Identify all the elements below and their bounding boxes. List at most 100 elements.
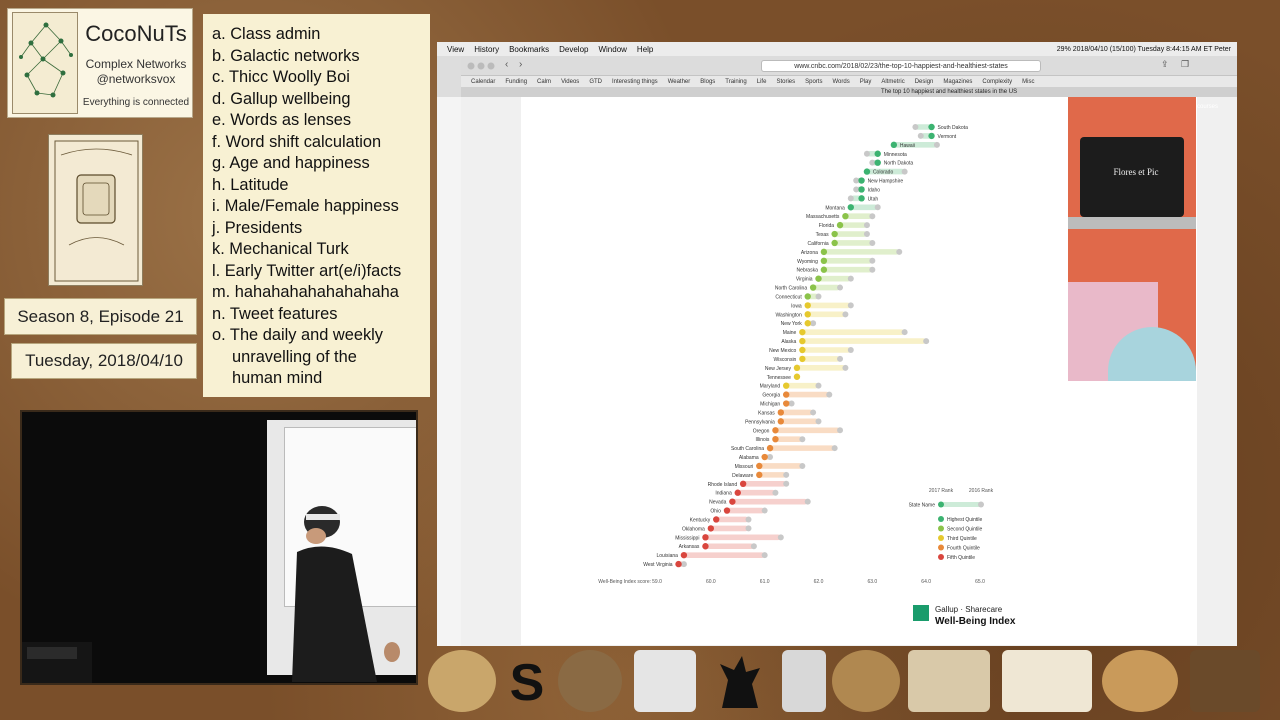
story-lab-icon[interactable] [1002, 650, 1092, 712]
chart-rank-dot [890, 141, 898, 149]
active-tab-title[interactable]: The top 10 happiest and healthiest state… [881, 89, 1017, 95]
bookmark-item[interactable]: Play [860, 79, 872, 85]
chart-prev-rank-dot [783, 480, 790, 487]
topic-item: l. Early Twitter art(e/i)facts [212, 261, 402, 280]
bicycle-photo-icon[interactable] [634, 650, 696, 712]
chart-prev-rank-dot [842, 311, 849, 318]
chart-rank-dot [723, 507, 731, 514]
laptop-image [1080, 137, 1184, 217]
sheep-photo-icon[interactable] [908, 650, 990, 712]
share-icon[interactable]: ⇪ [1161, 59, 1169, 70]
chart-range-bar [818, 275, 851, 282]
menu-help[interactable]: Help [637, 45, 653, 54]
logo-title: CocoNuTs [85, 21, 187, 46]
chart-range-bar [813, 284, 841, 291]
owl-icon[interactable] [1190, 650, 1260, 712]
chart-prev-rank-dot [869, 213, 876, 220]
menu-window[interactable]: Window [598, 45, 626, 54]
bookmark-item[interactable]: Calendar [471, 79, 495, 85]
chart-rank-dot [713, 516, 720, 523]
bookmark-item[interactable]: Misc [1022, 79, 1034, 85]
chart-rank-dot [820, 266, 828, 273]
bookmark-item[interactable]: Life [757, 79, 767, 85]
chart-range-bar [780, 418, 819, 425]
chart-prev-rank-dot [761, 552, 768, 559]
griffin-icon[interactable] [712, 650, 768, 712]
legend-label: Second Quintile [947, 527, 983, 533]
chart-range-bar [807, 302, 851, 309]
chart-state-label: Illinois [756, 437, 770, 443]
bookmark-item[interactable]: Magazines [943, 79, 972, 85]
uai-logo-icon[interactable] [558, 650, 622, 712]
background-window-peek [437, 97, 461, 646]
network-logo-art [12, 12, 78, 114]
bookmark-item[interactable]: Interesting things [612, 79, 658, 85]
round-seal-icon[interactable] [832, 650, 900, 712]
chart-prev-rank-dot [777, 534, 784, 541]
chart-state-label: Connecticut [775, 294, 802, 300]
chart-rank-dot [847, 204, 854, 211]
bookmark-item[interactable]: Calm [537, 79, 551, 85]
topic-item: f. Word shift calculation [212, 132, 382, 151]
bookmark-item[interactable]: Videos [561, 79, 579, 85]
chart-state-label: South Dakota [938, 125, 969, 131]
chart-rank-dot [756, 471, 763, 479]
bookmark-item[interactable]: Training [725, 79, 746, 85]
back-icon[interactable]: ‹ [505, 59, 508, 70]
chart-rank-dot [820, 248, 828, 256]
forward-icon[interactable]: › [519, 59, 522, 70]
chart-x-tick-label: 61.0 [760, 579, 770, 585]
presenter-figure [292, 506, 400, 682]
chart-prev-rank-dot [874, 204, 881, 211]
window-controls-icon[interactable] [467, 61, 497, 71]
chart-state-label: Colorado [873, 170, 894, 176]
bookmark-item[interactable]: Words [832, 79, 849, 85]
bookmark-item[interactable]: Complexity [982, 79, 1012, 85]
legend-label: Fourth Quintile [947, 546, 980, 552]
legend-label: Third Quintile [947, 536, 977, 542]
bookmark-item[interactable]: Funding [505, 79, 527, 85]
legend-header-2016: 2016 Rank [969, 488, 994, 494]
chart-range-bar [705, 543, 754, 550]
topic-item: c. Thicc Woolly Boi [212, 68, 350, 86]
s-logo-icon[interactable]: S [504, 650, 550, 712]
legend-sample-dot [938, 501, 944, 508]
bookmark-item[interactable]: Stories [776, 79, 795, 85]
menu-view[interactable]: View [447, 45, 464, 54]
chart-range-bar [834, 231, 867, 237]
film-reel-icon[interactable] [428, 650, 496, 712]
bookmark-item[interactable]: Design [915, 79, 934, 85]
octopus-icon[interactable] [1102, 650, 1178, 712]
chart-rank-dot [783, 400, 790, 407]
chart-prev-rank-dot [853, 186, 860, 193]
menu-bookmarks[interactable]: Bookmarks [509, 45, 549, 54]
chart-prev-rank-dot [767, 454, 774, 461]
topic-item: h. Latitude [212, 175, 289, 194]
chart-prev-rank-dot [896, 248, 903, 255]
chart-range-bar [802, 329, 905, 335]
bookmark-item[interactable]: Weather [668, 79, 691, 85]
menu-develop[interactable]: Develop [559, 45, 588, 54]
chart-rank-dot [858, 186, 865, 193]
chart-rank-dot [804, 302, 811, 309]
chart-rank-dot [804, 320, 811, 327]
traffic-light-icon[interactable] [782, 650, 826, 712]
legend-swatch [938, 525, 944, 532]
chart-range-bar [786, 391, 830, 398]
chart-state-label: Texas [816, 232, 830, 238]
bookmark-item[interactable]: Blogs [700, 79, 715, 85]
bookmark-item[interactable]: Altmetric [881, 79, 904, 85]
season-episode-badge: Season 8, Episode 21 [4, 298, 197, 335]
tabs-overview-icon[interactable]: ❐ [1181, 59, 1189, 70]
bookmark-item[interactable]: GTD [589, 79, 602, 85]
chart-rank-dot [761, 453, 768, 461]
menu-history[interactable]: History [474, 45, 499, 54]
chart-rank-dot [928, 123, 935, 131]
topic-item: a. Class admin [212, 25, 321, 43]
chart-prev-rank-dot [815, 293, 822, 300]
address-bar[interactable]: www.cnbc.com/2018/02/23/the-top-10-happi… [761, 60, 1041, 72]
bookmark-item[interactable]: Sports [805, 79, 822, 85]
chart-prev-rank-dot [826, 391, 833, 398]
chart-x-tick-label: 60.0 [706, 579, 716, 585]
legend-swatch [938, 535, 944, 541]
